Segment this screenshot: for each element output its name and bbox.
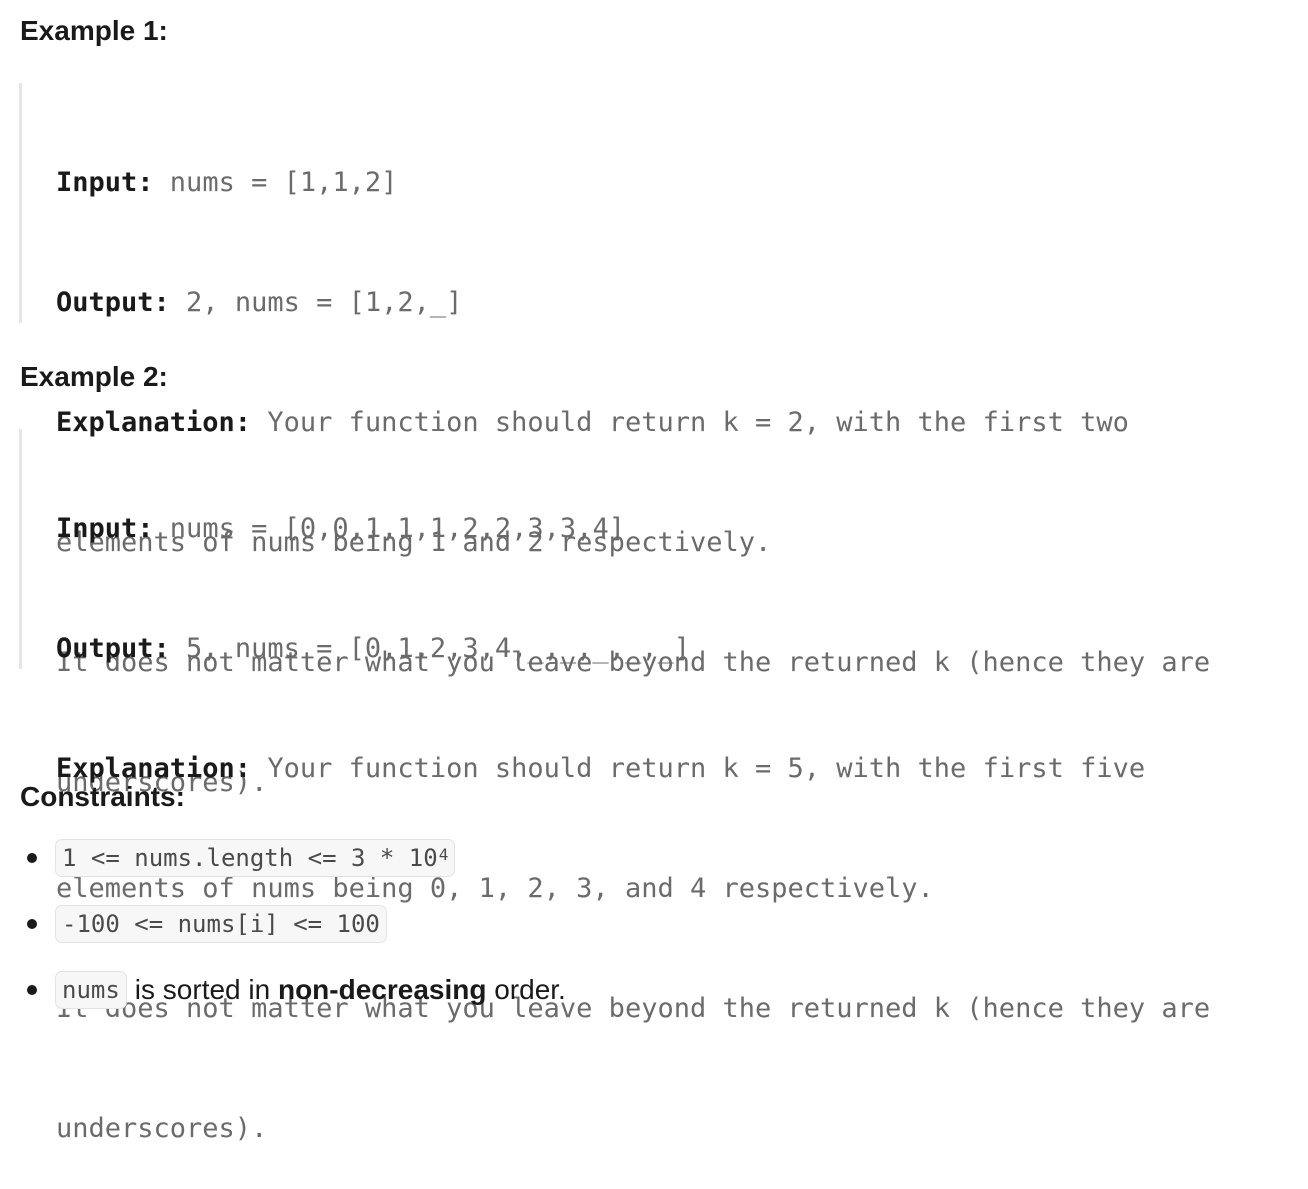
example-1-input-line: Input: nums = [1,1,2]: [56, 163, 1279, 203]
constraints-list: 1 <= nums.length <= 3 * 10 4 -100 <= nums…: [20, 838, 566, 1036]
constraint-bold-text: non-decreasing: [277, 974, 487, 1005]
output-label: Output:: [56, 287, 170, 318]
input-value: nums = [0,0,1,1,1,2,2,3,3,4]: [153, 513, 625, 544]
input-value: nums = [1,1,2]: [153, 167, 398, 198]
bullet-dot-icon: [27, 853, 37, 863]
example-2-output-line: Output: 5, nums = [0,1,2,3,4,_,_,_,_,_]: [56, 629, 1279, 669]
constraints-heading: Constraints:: [20, 781, 185, 812]
input-label: Input:: [56, 167, 154, 198]
constraint-exponent: 4: [438, 844, 449, 864]
constraint-text: is sorted in non-decreasing order.: [135, 974, 566, 1006]
constraint-item: 1 <= nums.length <= 3 * 10 4: [20, 838, 566, 878]
example-1-output-line: Output: 2, nums = [1,2,_]: [56, 283, 1279, 323]
input-label: Input:: [56, 513, 154, 544]
example-2-block: Input: nums = [0,0,1,1,1,2,2,3,3,4] Outp…: [19, 429, 1279, 1144]
output-value: 5, nums = [0,1,2,3,4,_,_,_,_,_]: [169, 633, 690, 664]
bullet-dot-icon: [27, 985, 37, 995]
constraint-code-text: 1 <= nums.length <= 3 * 10: [62, 844, 438, 872]
example-2-explanation-line-4: underscores).: [56, 1113, 268, 1144]
output-label: Output:: [56, 633, 170, 664]
constraint-code: 1 <= nums.length <= 3 * 10 4: [55, 839, 456, 877]
constraint-item: nums is sorted in non-decreasing order.: [20, 970, 566, 1010]
constraint-code: nums: [55, 971, 127, 1009]
constraint-text-after: order.: [486, 974, 566, 1005]
example-2-explanation-line: Explanation: Your function should return…: [56, 749, 1279, 789]
output-value: 2, nums = [1,2,_]: [169, 287, 463, 318]
constraint-item: -100 <= nums[i] <= 100: [20, 904, 566, 944]
bullet-dot-icon: [27, 919, 37, 929]
constraint-code: -100 <= nums[i] <= 100: [55, 905, 387, 943]
example-1-heading: Example 1:: [20, 15, 168, 46]
example-2-heading: Example 2:: [20, 361, 168, 392]
example-2-input-line: Input: nums = [0,0,1,1,1,2,2,3,3,4]: [56, 509, 1279, 549]
example-1-block: Input: nums = [1,1,2] Output: 2, nums = …: [19, 83, 1279, 798]
constraint-text-before: is sorted in: [134, 974, 278, 1005]
explanation-text: Your function should return k = 5, with …: [251, 753, 1146, 784]
